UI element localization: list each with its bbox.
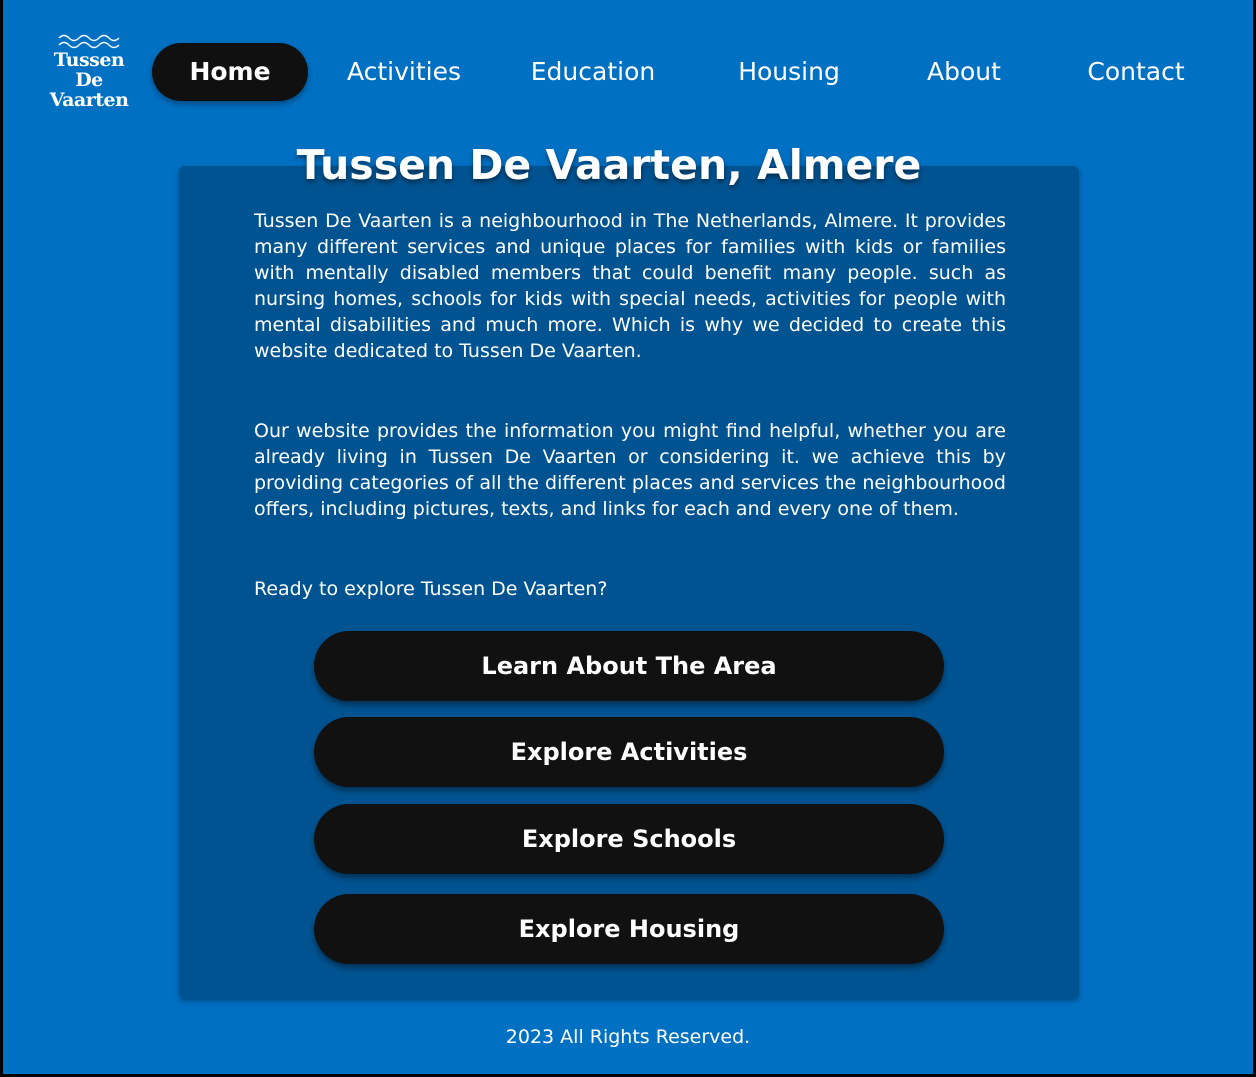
- explore-prompt: Ready to explore Tussen De Vaarten?: [254, 578, 608, 600]
- nav-education[interactable]: Education: [515, 43, 671, 101]
- intro-paragraph: Tussen De Vaarten is a neighbourhood in …: [254, 210, 1006, 362]
- explore-schools-button[interactable]: Explore Schools: [314, 804, 944, 874]
- website-paragraph: Our website provides the information you…: [254, 420, 1006, 520]
- nav-about[interactable]: About: [909, 43, 1019, 101]
- logo-text-line1: Tussen De: [53, 49, 125, 91]
- nav-activities[interactable]: Activities: [333, 43, 475, 101]
- site-logo[interactable]: Tussen De Vaarten: [39, 32, 139, 110]
- page: Tussen De Vaarten Home Activities Educat…: [3, 0, 1253, 1074]
- nav-home[interactable]: Home: [152, 43, 308, 101]
- logo-text-line2: Vaarten: [49, 89, 129, 111]
- learn-about-area-button[interactable]: Learn About The Area: [314, 631, 944, 701]
- explore-housing-button[interactable]: Explore Housing: [314, 894, 944, 964]
- waves-icon: [58, 34, 120, 49]
- nav-contact[interactable]: Contact: [1071, 43, 1201, 101]
- footer-copyright: 2023 All Rights Reserved.: [505, 1026, 751, 1048]
- page-title: Tussen De Vaarten, Almere: [296, 141, 922, 189]
- explore-activities-button[interactable]: Explore Activities: [314, 717, 944, 787]
- nav-housing[interactable]: Housing: [723, 43, 855, 101]
